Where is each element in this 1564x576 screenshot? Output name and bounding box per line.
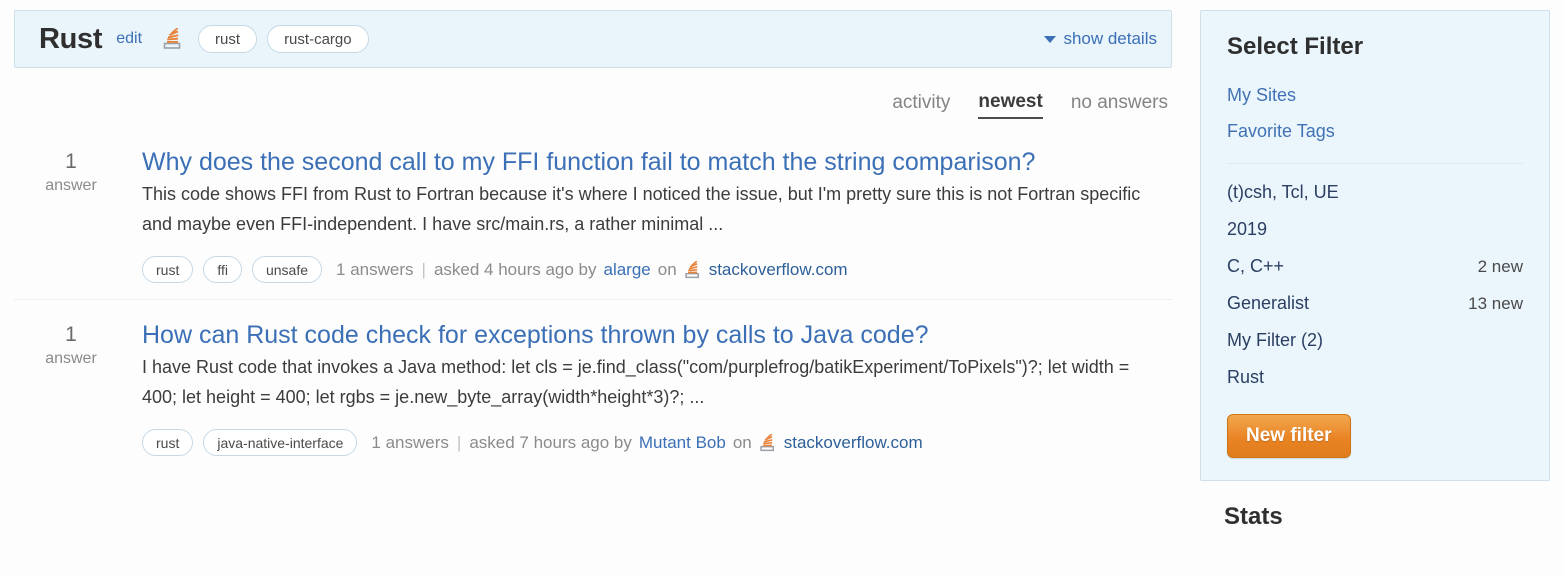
- answer-count-block: 1 answer: [14, 145, 128, 283]
- question-title-link[interactable]: How can Rust code check for exceptions t…: [142, 321, 929, 349]
- question-excerpt: I have Rust code that invokes a Java met…: [142, 357, 1130, 407]
- sidebar-link-my-sites[interactable]: My Sites: [1227, 77, 1523, 113]
- main-column: Rust edit rust rust-cargo show details a…: [14, 10, 1172, 472]
- site-link[interactable]: stackoverflow.com: [709, 260, 848, 280]
- filter-item-generalist[interactable]: Generalist 13 new: [1227, 285, 1523, 322]
- question-row: 1 answer How can Rust code check for exc…: [14, 299, 1172, 472]
- filter-name: My Filter (2): [1227, 330, 1323, 350]
- header-tag-list: rust rust-cargo: [198, 25, 369, 53]
- filter-name: (t)csh, Tcl, UE: [1227, 182, 1339, 202]
- new-filter-button[interactable]: New filter: [1227, 414, 1351, 458]
- answer-count-label: answer: [45, 350, 97, 367]
- question-title-link[interactable]: Why does the second call to my FFI funct…: [142, 148, 1035, 176]
- author-link[interactable]: alarge: [604, 260, 651, 280]
- answer-count: 1: [65, 323, 77, 346]
- select-filter-title: Select Filter: [1227, 33, 1364, 60]
- question-body: How can Rust code check for exceptions t…: [128, 318, 1172, 456]
- stackexchange-question-list-page: Rust edit rust rust-cargo show details a…: [0, 0, 1564, 576]
- header-tag[interactable]: rust-cargo: [267, 25, 369, 53]
- on-text: on: [657, 259, 677, 279]
- filter-count: 2 new: [1477, 257, 1523, 276]
- filter-header-panel: Rust edit rust rust-cargo show details: [14, 10, 1172, 68]
- tab-no-answers[interactable]: no answers: [1071, 92, 1168, 119]
- page-title: Rust: [39, 22, 103, 55]
- author-link[interactable]: Mutant Bob: [639, 433, 726, 453]
- answer-count: 1: [65, 150, 77, 173]
- question-list: 1 answer Why does the second call to my …: [14, 133, 1172, 472]
- sort-tabs: activity newest no answers: [14, 87, 1172, 119]
- meta-separator: |: [421, 259, 426, 279]
- stats-title: Stats: [1224, 503, 1283, 530]
- filter-item-rust[interactable]: Rust: [1227, 359, 1523, 396]
- question-tag[interactable]: ffi: [203, 256, 242, 283]
- answers-text: 1 answers: [371, 432, 449, 452]
- question-meta-text: 1 answers | asked 7 hours ago by Mutant …: [371, 433, 922, 453]
- header-tag[interactable]: rust: [198, 25, 258, 53]
- question-tag[interactable]: java-native-interface: [203, 429, 358, 456]
- question-tag[interactable]: rust: [142, 429, 194, 456]
- tab-newest[interactable]: newest: [978, 91, 1043, 119]
- question-excerpt: This code shows FFI from Rust to Fortran…: [142, 184, 1141, 234]
- filter-count: 13 new: [1468, 294, 1523, 313]
- sidebar-divider: [1227, 163, 1523, 164]
- asked-text: asked 7 hours ago by: [469, 432, 632, 452]
- on-text: on: [732, 432, 752, 452]
- question-meta: rust ffi unsafe 1 answers | asked 4 hour…: [142, 256, 1172, 283]
- filter-name: Generalist: [1227, 293, 1310, 313]
- question-tag[interactable]: unsafe: [251, 256, 323, 283]
- answer-count-label: answer: [45, 177, 97, 194]
- stackoverflow-icon: [759, 433, 777, 452]
- filter-item-my-filter[interactable]: My Filter (2): [1227, 322, 1523, 359]
- question-row: 1 answer Why does the second call to my …: [14, 133, 1172, 299]
- meta-separator: |: [456, 432, 462, 452]
- asked-text: asked 4 hours ago by: [433, 259, 597, 279]
- edit-link[interactable]: edit: [116, 30, 142, 48]
- filter-name: C, C++: [1227, 256, 1285, 276]
- question-meta: rust java-native-interface 1 answers | a…: [142, 429, 1172, 456]
- sidebar: Select Filter My Sites Favorite Tags (t)…: [1200, 10, 1550, 531]
- select-filter-panel: Select Filter My Sites Favorite Tags (t)…: [1200, 10, 1550, 481]
- filter-item-tcsh[interactable]: (t)csh, Tcl, UE: [1227, 174, 1523, 211]
- site-link[interactable]: stackoverflow.com: [784, 433, 923, 453]
- question-tag[interactable]: rust: [142, 256, 194, 283]
- sidebar-link-favorite-tags[interactable]: Favorite Tags: [1227, 113, 1523, 149]
- filter-item-c-cpp[interactable]: C, C++ 2 new: [1227, 248, 1523, 285]
- filter-item-2019[interactable]: 2019: [1227, 211, 1523, 248]
- stackoverflow-icon: [162, 27, 184, 50]
- answers-text: 1 answers: [336, 259, 414, 279]
- filter-name: Rust: [1227, 367, 1265, 387]
- show-details-label: show details: [1063, 29, 1157, 48]
- show-details-toggle[interactable]: show details: [1044, 29, 1157, 49]
- tab-activity[interactable]: activity: [892, 92, 950, 119]
- stackoverflow-icon: [684, 260, 702, 279]
- question-meta-text: 1 answers | asked 4 hours ago by alarge …: [336, 260, 848, 280]
- chevron-down-icon: [1044, 35, 1057, 43]
- answer-count-block: 1 answer: [14, 318, 128, 456]
- question-body: Why does the second call to my FFI funct…: [128, 145, 1172, 283]
- filter-name: 2019: [1227, 219, 1268, 239]
